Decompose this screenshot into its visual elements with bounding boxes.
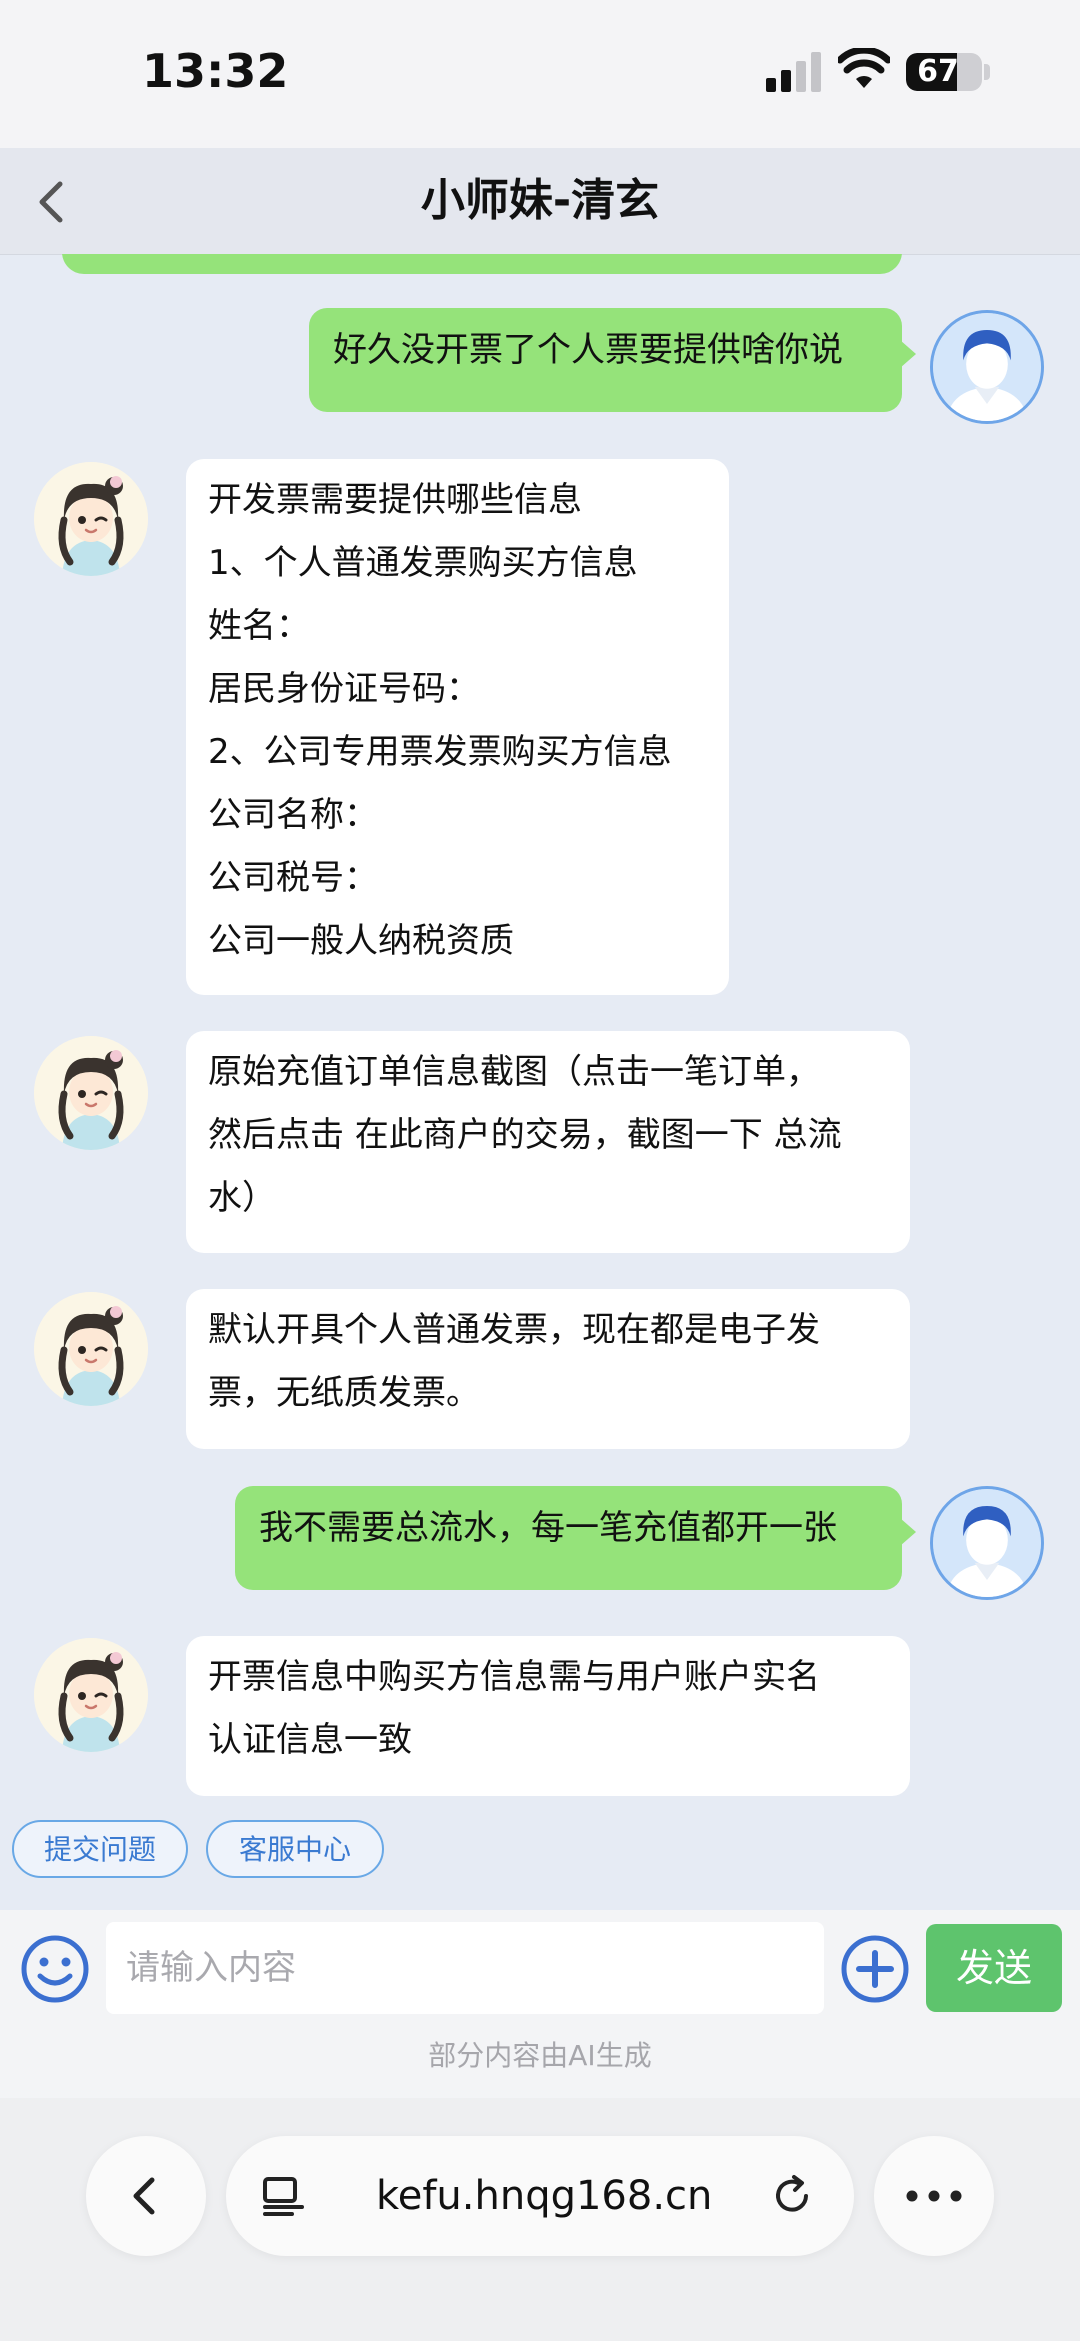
message-text-line: 公司名称： [208,795,378,835]
agent-avatar[interactable] [34,1036,148,1150]
address-bar[interactable]: kefu.hnqg168.cn [226,2136,854,2256]
message-text-line: 开发票需要提供哪些信息 [208,480,582,520]
incoming-message-bubble[interactable]: 开票信息中购买方信息需与用户账户实名 认证信息一致 [186,1636,910,1796]
message-text-line: 原始充值订单信息截图（点击一笔订单， [208,1052,820,1092]
battery-icon: 67 [906,53,982,91]
message-text-line: 水） [208,1178,276,1218]
message-text-line: 姓名： [208,606,310,646]
battery-percent: 67 [917,54,959,89]
chat-message-list[interactable]: 好久没开票了个人票要提供啥你说 开发票需要提供哪些信息 1、个人普通发票购买方信息… [0,254,1080,1910]
battery-nub [984,64,990,80]
incoming-message-bubble[interactable]: 默认开具个人普通发票，现在都是电子发 票，无纸质发票。 [186,1289,910,1449]
agent-avatar[interactable] [34,462,148,576]
more-dots-icon [906,2190,962,2202]
message-text-line: 开票信息中购买方信息需与用户账户实名 [208,1657,820,1697]
nav-bar: 小师妹-清玄 [0,148,1080,255]
cellular-signal-icon [766,52,821,92]
status-time: 13:32 [142,44,289,98]
message-text-line: 认证信息一致 [208,1720,412,1760]
ai-generated-notice: 部分内容由AI生成 [428,2039,652,2072]
message-text-line: 票，无纸质发票。 [208,1373,480,1413]
reload-icon[interactable] [770,2174,814,2218]
plus-icon[interactable] [840,1934,910,2004]
emoji-icon[interactable] [20,1934,90,2004]
message-text-line: 公司税号： [208,858,378,898]
more-options-button[interactable] [874,2136,994,2256]
back-chevron-icon[interactable] [28,178,76,226]
message-text-line: 1、个人普通发票购买方信息 [208,543,638,583]
message-text-line: 居民身份证号码： [208,669,480,709]
service-center-button[interactable]: 客服中心 [206,1820,384,1878]
incoming-message-bubble[interactable]: 原始充值订单信息截图（点击一笔订单， 然后点击 在此商户的交易，截图一下 总流 水） [186,1031,910,1253]
status-bar: 13:32 67 [0,0,1080,148]
url-text: kefu.hnqg168.cn [376,2173,713,2219]
user-avatar[interactable] [930,310,1044,424]
message-text-line: 我不需要总流水，每一笔充值都开一张 [259,1508,837,1548]
page-title: 小师妹-清玄 [420,175,660,226]
outgoing-message-bubble[interactable]: 好久没开票了个人票要提供啥你说 [309,308,916,412]
agent-avatar[interactable] [34,1638,148,1752]
message-text-line: 默认开具个人普通发票，现在都是电子发 [208,1310,820,1350]
user-avatar[interactable] [930,1486,1044,1600]
message-input[interactable] [106,1922,824,2014]
back-arrow-icon [133,2177,155,2215]
previous-message-bubble [62,254,902,274]
reader-mode-icon[interactable] [262,2176,306,2216]
quick-action-bar: 提交问题 客服中心 [0,1820,1080,1884]
message-input-bar: 发送 部分内容由AI生成 [0,1910,1080,2098]
browser-toolbar: kefu.hnqg168.cn [0,2098,1080,2341]
message-text-line: 公司一般人纳税资质 [208,921,514,961]
message-text-line: 2、公司专用票发票购买方信息 [208,732,672,772]
message-text-line: 然后点击 在此商户的交易，截图一下 总流 [208,1115,842,1155]
submit-question-button[interactable]: 提交问题 [12,1820,188,1878]
send-button[interactable]: 发送 [926,1924,1062,2012]
incoming-message-bubble[interactable]: 开发票需要提供哪些信息 1、个人普通发票购买方信息 姓名： 居民身份证号码： 2、公司专… [186,459,729,995]
agent-avatar[interactable] [34,1292,148,1406]
wifi-icon [838,48,890,88]
message-text-line: 好久没开票了个人票要提供啥你说 [333,330,843,370]
outgoing-message-bubble[interactable]: 我不需要总流水，每一笔充值都开一张 [235,1486,916,1590]
browser-back-button[interactable] [86,2136,206,2256]
